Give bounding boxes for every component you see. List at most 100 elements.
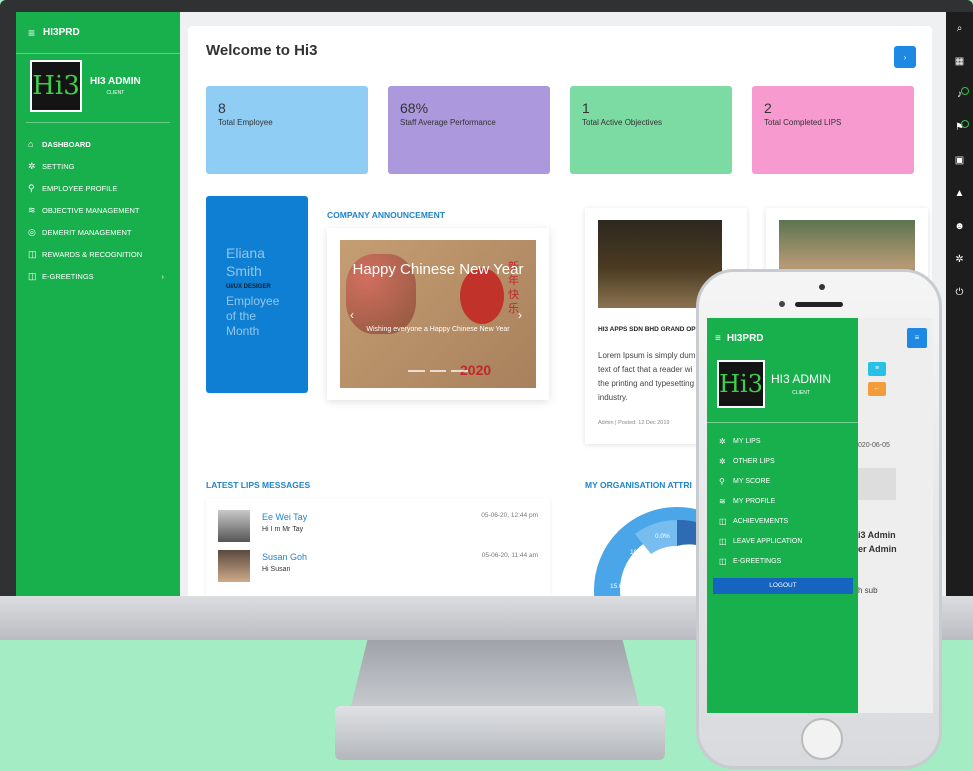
sidebar-item-label: E-GREETINGS xyxy=(42,271,94,281)
ticket-icon: ◫ xyxy=(719,536,727,546)
phone-camera xyxy=(819,284,825,290)
ticket-icon: ◫ xyxy=(28,270,37,281)
user-name: HI3 ADMIN xyxy=(90,76,141,87)
carousel-next-icon[interactable]: › xyxy=(518,308,522,322)
stat-card-performance[interactable]: 68% Staff Average Performance xyxy=(388,86,550,174)
avatar xyxy=(218,550,250,582)
lips-messages-card: Ee Wei Tay Hi I m Mr Tay 05-06-20, 12:44… xyxy=(206,498,550,596)
sidebar-user: Hi3 HI3 ADMIN CLIENT xyxy=(16,54,180,118)
phone-menu-my-score[interactable]: ⚲ MY SCORE xyxy=(707,471,858,491)
right-toolbar: ⌕ ▦ ♪ ⚑ ▣ ▲ ☻ ✲ ⏻ xyxy=(946,12,973,598)
phone-menu-label: MY SCORE xyxy=(733,477,771,485)
phone-menu-label: MY PROFILE xyxy=(733,497,776,505)
bell-icon[interactable]: ♪ xyxy=(946,78,973,111)
user-name: HI3 ADMIN xyxy=(771,372,832,386)
phone-sensor xyxy=(779,301,785,307)
slide-subtitle: Wishing everyone a Happy Chinese New Yea… xyxy=(366,326,510,333)
sidebar-item-dashboard[interactable]: ⌂ DASHBOARD xyxy=(16,133,180,155)
sidebar-item-label: DASHBOARD xyxy=(42,139,91,149)
phone-main-content: ≡ ≡ ← 020-06-05 i3 Admin er Admin h sub xyxy=(858,318,933,713)
phone-home-button[interactable] xyxy=(801,718,843,760)
sidebar-item-label: DEMERIT MANAGEMENT xyxy=(42,227,132,237)
search-icon[interactable]: ⌕ xyxy=(946,12,973,45)
sidebar-item-label: OBJECTIVE MANAGEMENT xyxy=(42,205,140,215)
hamburger-icon[interactable]: ≡ xyxy=(715,333,721,344)
gear-icon: ✲ xyxy=(28,160,36,171)
user-role: CLIENT xyxy=(106,90,125,96)
logout-button[interactable]: LOGOUT xyxy=(713,578,853,594)
employee-of-month-caption: Employee of the Month xyxy=(226,294,280,338)
monitor-stand-neck xyxy=(350,640,640,710)
sidebar-item-employee-profile[interactable]: ⚲ EMPLOYEE PROFILE xyxy=(16,177,180,199)
sidebar-item-label: SETTING xyxy=(42,161,75,171)
slice-label: 10.0% xyxy=(630,549,649,556)
slice-label: 15.0% xyxy=(610,583,629,590)
phone-screen: ≡ HI3PRD Hi3 HI3 ADMIN CLIENT ✲ MY LIPS … xyxy=(707,318,933,713)
phone-speaker xyxy=(795,302,843,307)
carousel-dot[interactable] xyxy=(451,370,469,372)
back-button[interactable]: ← xyxy=(868,382,886,396)
phone-menu-e-greetings[interactable]: ◫ E-GREETINGS xyxy=(707,551,858,571)
carousel-slide[interactable]: 新年快乐 Happy Chinese New Year Wishing ever… xyxy=(340,240,536,388)
lip-sender-name[interactable]: Ee Wei Tay xyxy=(262,512,307,522)
user-info: HI3 ADMIN CLIENT xyxy=(771,372,831,396)
flag-icon[interactable]: ⚑ xyxy=(946,111,973,144)
gear-icon[interactable]: ✲ xyxy=(946,243,973,276)
lips-title: LATEST LIPS MESSAGES xyxy=(206,480,311,490)
carousel-prev-icon[interactable]: ‹ xyxy=(350,308,354,322)
stat-label: Total Active Objectives xyxy=(582,118,663,127)
stat-label: Total Completed LIPS xyxy=(764,118,842,127)
smile-icon[interactable]: ☻ xyxy=(946,210,973,243)
sidebar-item-e-greetings[interactable]: ◫ E-GREETINGS › xyxy=(16,265,180,287)
user-plus-icon: ⚲ xyxy=(719,476,725,486)
list-item[interactable]: Ee Wei Tay Hi I m Mr Tay 05-06-20, 12:44… xyxy=(218,510,538,544)
power-icon[interactable]: ⏻ xyxy=(946,276,973,309)
phone-menu-my-profile[interactable]: ≋ MY PROFILE xyxy=(707,491,858,511)
stat-value: 8 xyxy=(218,100,226,116)
sidebar-item-setting[interactable]: ✲ SETTING xyxy=(16,155,180,177)
carousel-dot[interactable] xyxy=(429,370,447,372)
calendar-icon[interactable]: ▣ xyxy=(946,144,973,177)
filter-button[interactable]: ≡ xyxy=(907,328,927,348)
avatar xyxy=(218,510,250,542)
notification-badge xyxy=(961,120,969,128)
sidebar-item-demerit-management[interactable]: ◎ DEMERIT MANAGEMENT xyxy=(16,221,180,243)
phone-admin-role: er Admin xyxy=(858,544,897,554)
carousel-dot[interactable] xyxy=(408,370,425,372)
phone-menu-my-lips[interactable]: ✲ MY LIPS xyxy=(707,431,858,451)
phone-menu-label: LEAVE APPLICATION xyxy=(733,537,803,545)
warning-icon[interactable]: ▲ xyxy=(946,177,973,210)
page-title: Welcome to Hi3 xyxy=(206,42,318,59)
notification-badge xyxy=(961,87,969,95)
phone-menu-other-lips[interactable]: ✲ OTHER LIPS xyxy=(707,451,858,471)
lip-sender-name[interactable]: Susan Goh xyxy=(262,552,307,562)
phone-menu-leave-application[interactable]: ◫ LEAVE APPLICATION xyxy=(707,531,858,551)
news-meta: Admin | Posted: 12 Dec 2019 xyxy=(598,420,670,426)
ticket-icon: ◫ xyxy=(719,556,727,566)
lip-message: Hi Susan xyxy=(262,566,291,573)
ticket-icon: ◫ xyxy=(28,248,37,259)
list-button[interactable]: ≡ xyxy=(868,362,886,376)
sidebar-item-objective-management[interactable]: ≋ OBJECTIVE MANAGEMENT xyxy=(16,199,180,221)
sidebar-item-rewards[interactable]: ◫ REWARDS & RECOGNITION xyxy=(16,243,180,265)
gear-icon: ✲ xyxy=(719,436,726,446)
hamburger-icon[interactable]: ≡ xyxy=(28,26,35,40)
attrition-title: MY ORGANISATION ATTRI xyxy=(585,480,692,490)
slide-title: Happy Chinese New Year xyxy=(352,261,524,278)
grid-icon[interactable]: ▦ xyxy=(946,45,973,78)
go-button[interactable]: › xyxy=(894,46,916,68)
phone-sub-text: h sub xyxy=(858,586,878,595)
phone-admin-name: i3 Admin xyxy=(858,530,896,540)
stat-card-completed-lips[interactable]: 2 Total Completed LIPS xyxy=(752,86,914,174)
brand-name: HI3PRD xyxy=(726,332,764,344)
stat-card-total-employee[interactable]: 8 Total Employee xyxy=(206,86,368,174)
phone-sidebar-header: ≡ HI3PRD xyxy=(707,318,858,358)
employee-first-name: Eliana xyxy=(226,245,265,261)
phone-menu-achievements[interactable]: ◫ ACHIEVEMENTS xyxy=(707,511,858,531)
phone-content-card xyxy=(858,468,896,500)
employee-of-month-card[interactable]: Eliana Smith UI/UX DESIGER Employee of t… xyxy=(206,196,308,393)
sidebar: ≡ HI3PRD Hi3 HI3 ADMIN CLIENT ⌂ DASHBOAR… xyxy=(16,12,180,598)
stat-card-objectives[interactable]: 1 Total Active Objectives xyxy=(570,86,732,174)
list-item[interactable]: Susan Goh Hi Susan 05-06-20, 11:44 am xyxy=(218,550,538,584)
announcement-carousel: 新年快乐 Happy Chinese New Year Wishing ever… xyxy=(327,228,549,400)
